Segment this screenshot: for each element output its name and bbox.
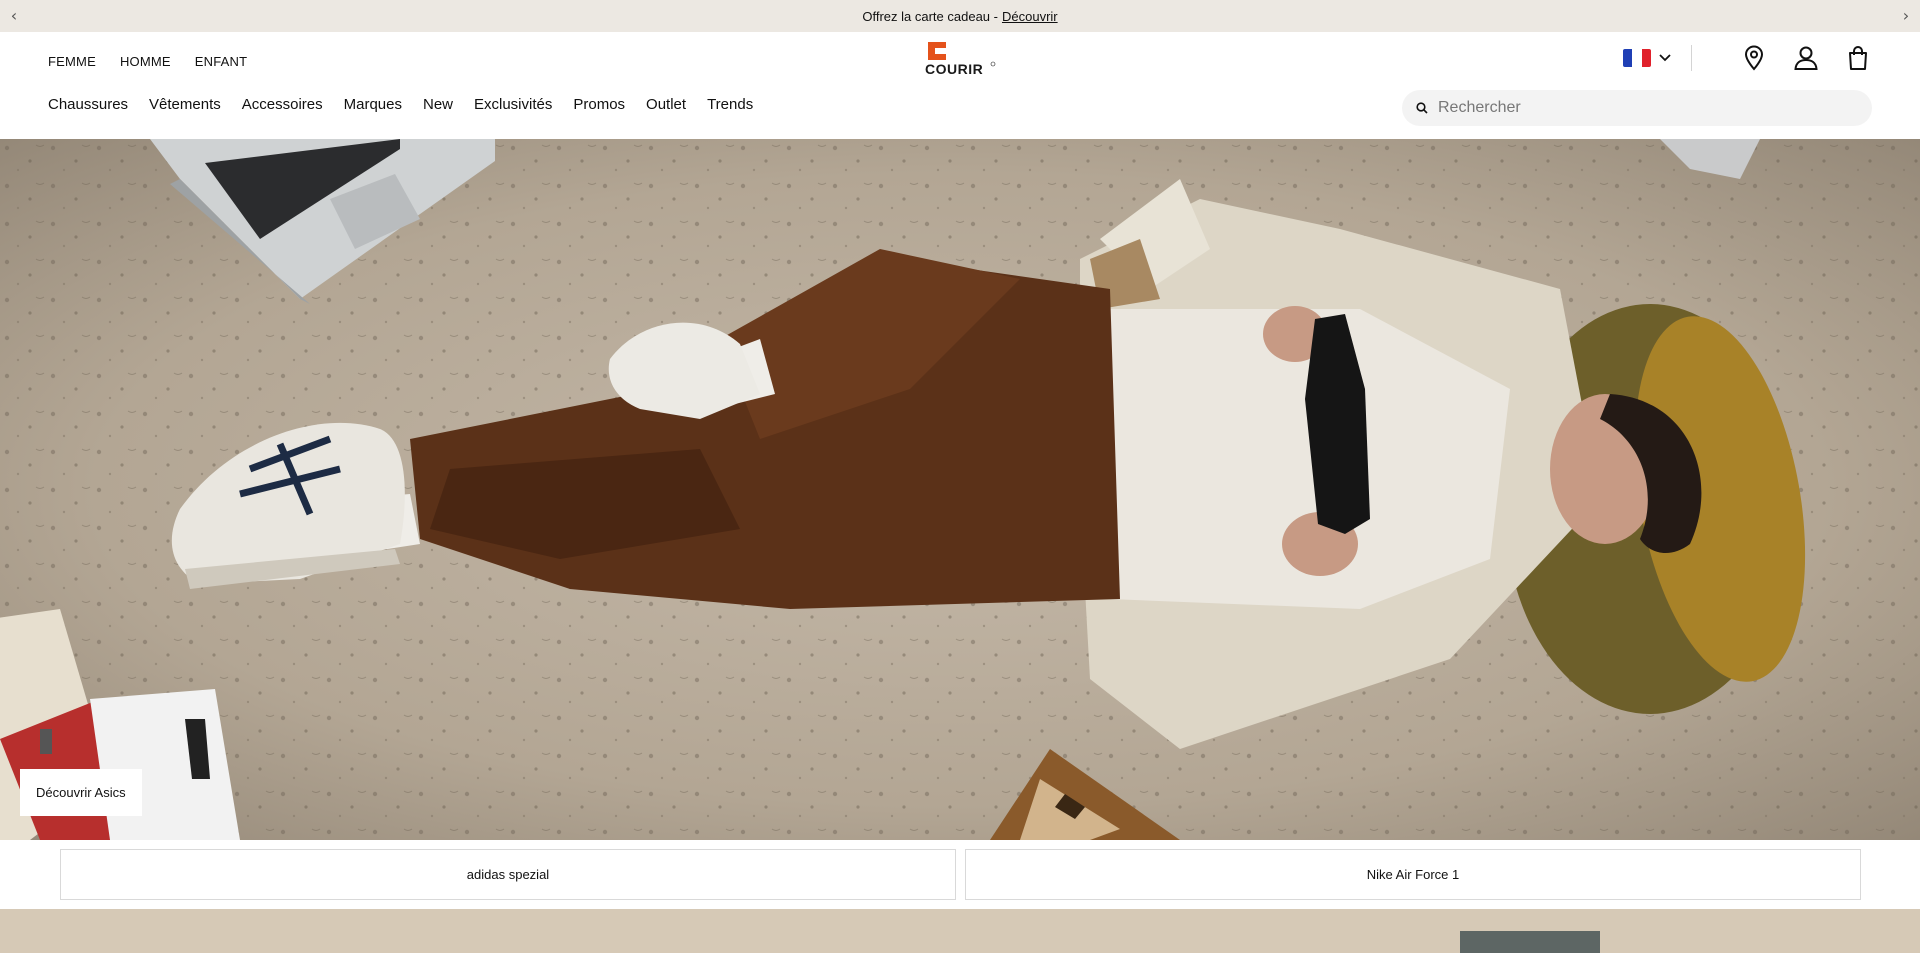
- main-nav: Chaussures Vêtements Accessoires Marques…: [48, 96, 774, 113]
- nav-exclusivites[interactable]: Exclusivités: [474, 96, 552, 113]
- next-banner: [0, 909, 1920, 953]
- hero-image: [0, 139, 1920, 840]
- courir-logo-mark: COURIR: [925, 42, 996, 77]
- chevron-left-icon[interactable]: ‹: [4, 6, 24, 25]
- shopping-bag-icon: [1849, 46, 1867, 70]
- header-divider: [1691, 45, 1692, 71]
- hero-banner[interactable]: Découvrir Asics: [0, 139, 1920, 840]
- announcement-link[interactable]: Découvrir: [1002, 9, 1058, 24]
- search-icon: [1416, 102, 1428, 114]
- nav-enfant[interactable]: ENFANT: [195, 54, 247, 69]
- nav-homme[interactable]: HOMME: [120, 54, 171, 69]
- country-selector[interactable]: [1623, 49, 1671, 67]
- logo-text: COURIR: [925, 61, 983, 77]
- nav-chaussures[interactable]: Chaussures: [48, 96, 128, 113]
- nav-promos[interactable]: Promos: [573, 96, 625, 113]
- france-flag-icon: [1623, 49, 1651, 67]
- announcement-text: Offrez la carte cadeau -: [862, 8, 998, 24]
- nav-vetements[interactable]: Vêtements: [149, 96, 221, 113]
- nav-new[interactable]: New: [423, 96, 453, 113]
- gender-nav: FEMME HOMME ENFANT: [48, 54, 247, 69]
- account-button[interactable]: [1792, 44, 1820, 72]
- chevron-right-icon[interactable]: ›: [1896, 6, 1916, 25]
- courir-logo[interactable]: COURIR: [924, 40, 996, 78]
- announcement-bar: ‹ Offrez la carte cadeau - Découvrir ›: [0, 0, 1920, 32]
- tile-nike-air-force-1[interactable]: Nike Air Force 1: [965, 849, 1861, 900]
- nav-accessoires[interactable]: Accessoires: [242, 96, 323, 113]
- next-banner-image: [0, 909, 1920, 953]
- nav-marques[interactable]: Marques: [344, 96, 402, 113]
- location-pin-icon: [1744, 45, 1764, 71]
- cart-button[interactable]: [1844, 44, 1872, 72]
- nav-trends[interactable]: Trends: [707, 96, 753, 113]
- header-actions: [1623, 42, 1872, 74]
- user-icon: [1794, 46, 1818, 70]
- tile-adidas-spezial[interactable]: adidas spezial: [60, 849, 956, 900]
- chevron-down-icon: [1659, 54, 1671, 62]
- discover-asics-button[interactable]: Découvrir Asics: [20, 769, 142, 816]
- nav-femme[interactable]: FEMME: [48, 54, 96, 69]
- search-input[interactable]: [1438, 99, 1838, 117]
- brand-tiles: adidas spezial Nike Air Force 1: [60, 849, 1861, 900]
- store-locator-button[interactable]: [1740, 44, 1768, 72]
- search-bar[interactable]: [1402, 90, 1872, 126]
- nav-outlet[interactable]: Outlet: [646, 96, 686, 113]
- site-header: FEMME HOMME ENFANT COURIR Chaussures Vêt…: [0, 32, 1920, 139]
